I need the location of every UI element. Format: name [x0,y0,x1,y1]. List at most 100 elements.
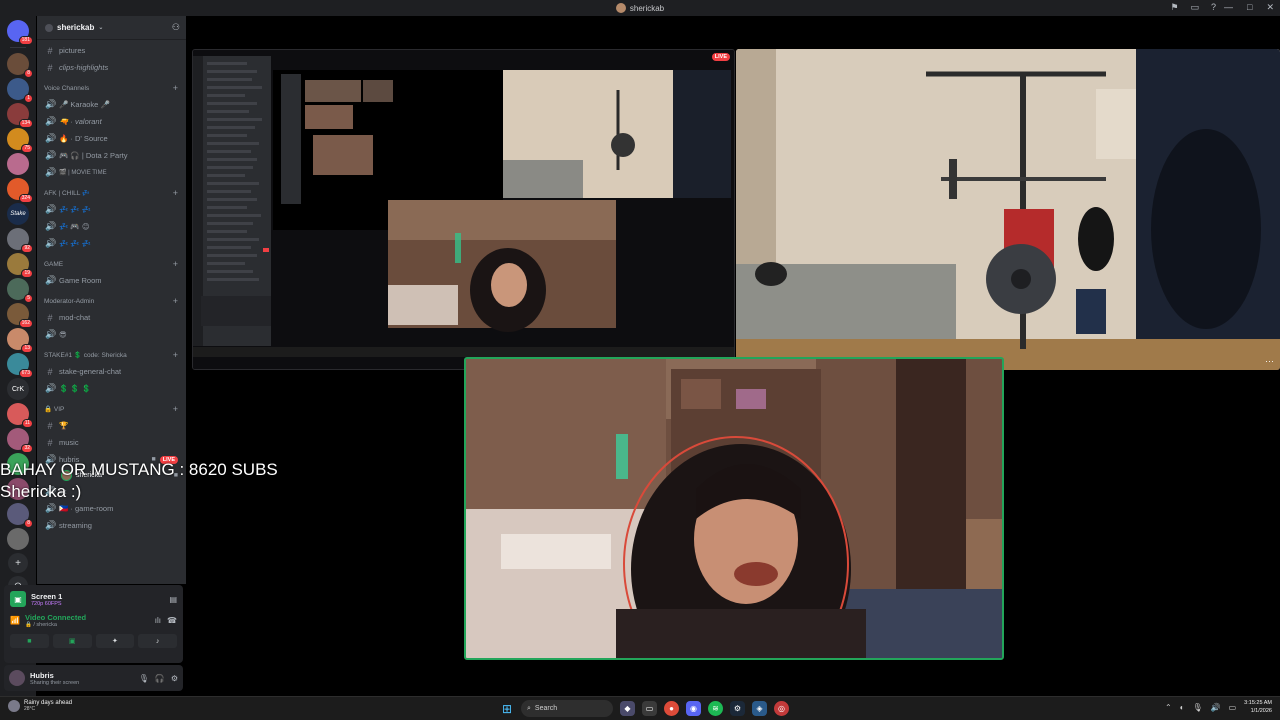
help-icon[interactable]: ? [1211,2,1216,13]
camera-tile-gym[interactable]: ··· [736,49,1280,370]
speaker-icon[interactable]: 🔊 [1211,703,1221,712]
server-icon[interactable]: 32 [7,428,33,453]
server-icon[interactable]: 8 [7,53,33,78]
channel-mod-chat[interactable]: # mod-chat [41,309,186,326]
server-icon[interactable]: 13 [7,328,33,353]
category-game[interactable]: GAME + [41,256,186,272]
voice-channel[interactable]: 🔊 😎 [41,326,186,343]
category-vip[interactable]: 🔒 VIP + [41,401,186,417]
app-icon[interactable]: ◎ [774,701,789,716]
voice-channel[interactable]: 🔊 🎤 Karaoke 🎤 [41,96,186,113]
chevron-up-icon[interactable]: ⌃ [1165,703,1172,712]
add-channel-icon[interactable]: + [173,350,178,360]
voice-channel[interactable]: 🔊 🎮 🎧 | Dota 2 Party [41,147,186,164]
maximize-button[interactable]: □ [1247,2,1252,13]
chrome-icon[interactable]: ● [664,701,679,716]
inbox-icon[interactable]: ▭ [1190,2,1199,13]
channel-trophy[interactable]: # 🏆 [41,417,186,434]
category-voice-channels[interactable]: Voice Channels + [41,80,186,96]
server-icon[interactable]: 673 [7,353,33,378]
clock-time: 3:15:25 AM [1244,700,1272,706]
add-server-button[interactable]: + [8,553,28,573]
voice-channel[interactable]: 🔊 💤 💤 💤 [41,235,186,252]
hash-icon: # [47,62,53,73]
server-icon[interactable]: 5 [7,278,33,303]
microphone-icon[interactable]: 🎙 [139,674,149,683]
windows-start-icon[interactable]: ⊞ [500,702,514,716]
voice-channel[interactable]: 🔊 🔥 · D' Source [41,130,186,147]
speaker-icon: 🔊 [45,133,57,143]
server-icon[interactable]: 19 [7,253,33,278]
voice-channel-streaming[interactable]: 🔊 streaming [41,517,186,534]
taskbar-search[interactable]: ⌕ Search [521,700,613,717]
category-moderator-admin[interactable]: Moderator-Admin + [41,293,186,309]
chevron-down-icon: ⌄ [98,25,104,31]
close-button[interactable]: ✕ [1266,2,1274,13]
server-icon[interactable]: 8 [7,503,33,528]
direct-messages-icon[interactable]: 181 [7,20,33,45]
discord-icon[interactable]: ◉ [686,701,701,716]
steam-icon[interactable]: ⚙ [730,701,745,716]
file-explorer-icon[interactable]: ▭ [642,701,657,716]
disconnect-icon[interactable]: ☎ [167,616,177,625]
screen-share-tile[interactable]: LIVE [192,49,735,370]
noise-suppression-icon[interactable]: ılı [155,616,161,625]
clock[interactable]: 3:15:25 AM 1/1/2026 [1244,699,1272,715]
server-icon[interactable] [7,153,29,175]
battery-icon[interactable]: ▭ [1229,703,1237,712]
headphones-icon[interactable]: 🎧 [155,674,165,683]
stream-settings-icon[interactable]: ▤ [169,595,177,604]
channel-pictures[interactable]: # pictures [41,42,186,59]
channel-label: pictures [59,46,86,55]
add-channel-icon[interactable]: + [173,188,178,198]
voice-channel[interactable]: 🔊 💤 💤 💤 [41,201,186,218]
voice-channel[interactable]: 🔊 🎬 | MOVIE TIME [41,164,186,181]
server-icon[interactable]: 134 [7,103,33,128]
server-icon[interactable]: 75 [7,128,33,153]
category-afk[interactable]: AFK | CHILL 💤 + [41,185,186,201]
microphone-icon[interactable]: 🎙 [1192,703,1202,712]
server-icon[interactable]: 92 [7,228,33,253]
user-status: Sharing their screen [30,679,80,686]
soundboard-button[interactable]: ♪ [138,634,177,648]
channel-label: 💤 💤 💤 [59,239,92,248]
server-icon[interactable]: 1 [7,78,33,103]
crk-server-icon[interactable]: CrK [7,378,29,400]
category-stake[interactable]: STAKE#1 💲 code: Shericka + [41,347,186,363]
weather-widget[interactable]: Rainy days ahead 28°C [8,700,72,712]
invite-icon[interactable]: ⚇ [172,22,180,33]
voice-channel[interactable]: 🔊 🔫 · valorant [41,113,186,130]
connection-channel[interactable]: 🔒 / shericka [25,622,86,628]
live-badge: LIVE [711,53,730,61]
more-options-icon[interactable]: ··· [1265,356,1274,366]
activities-button[interactable]: ✦ [95,634,135,648]
share-screen-button[interactable]: ▣ [52,634,92,648]
voice-channel[interactable]: 🔊 💤 🎮 😊 [41,218,186,235]
channel-music[interactable]: # music [41,434,186,451]
voice-channel[interactable]: 🔊 💲 💲 💲 [41,380,186,397]
add-channel-icon[interactable]: + [173,404,178,414]
minimize-button[interactable]: — [1224,2,1233,13]
voice-channel-game-room[interactable]: 🔊 Game Room [41,272,186,289]
channel-stake-general-chat[interactable]: # stake-general-chat [41,363,186,380]
gear-icon[interactable]: ⚙ [171,674,178,683]
system-tray: ⌃ ◐ 🎙 🔊 ▭ 3:15:25 AM 1/1/2026 [1165,699,1272,715]
camera-tile-shericka[interactable] [464,357,1004,660]
camera-button[interactable]: ■ [10,634,49,648]
server-icon[interactable]: 11 [7,403,33,428]
widgets-icon[interactable]: ◆ [620,701,635,716]
server-icon[interactable]: 324 [7,178,33,203]
channel-clips-highlights[interactable]: # clips-highlights [41,59,186,76]
server-icon[interactable] [7,528,29,550]
add-channel-icon[interactable]: + [173,296,178,306]
add-channel-icon[interactable]: + [173,259,178,269]
stake-server-icon[interactable]: Stake [7,203,29,225]
app-icon[interactable]: ◈ [752,701,767,716]
add-channel-icon[interactable]: + [173,83,178,93]
server-header[interactable]: sherickab ⌄ ⚇ [37,16,186,40]
avatar[interactable] [9,670,25,686]
spotify-icon[interactable]: ≋ [708,701,723,716]
server-icon[interactable]: 162 [7,303,33,328]
network-icon[interactable]: ◐ [1180,703,1185,712]
pin-icon[interactable]: ⚑ [1170,2,1178,13]
